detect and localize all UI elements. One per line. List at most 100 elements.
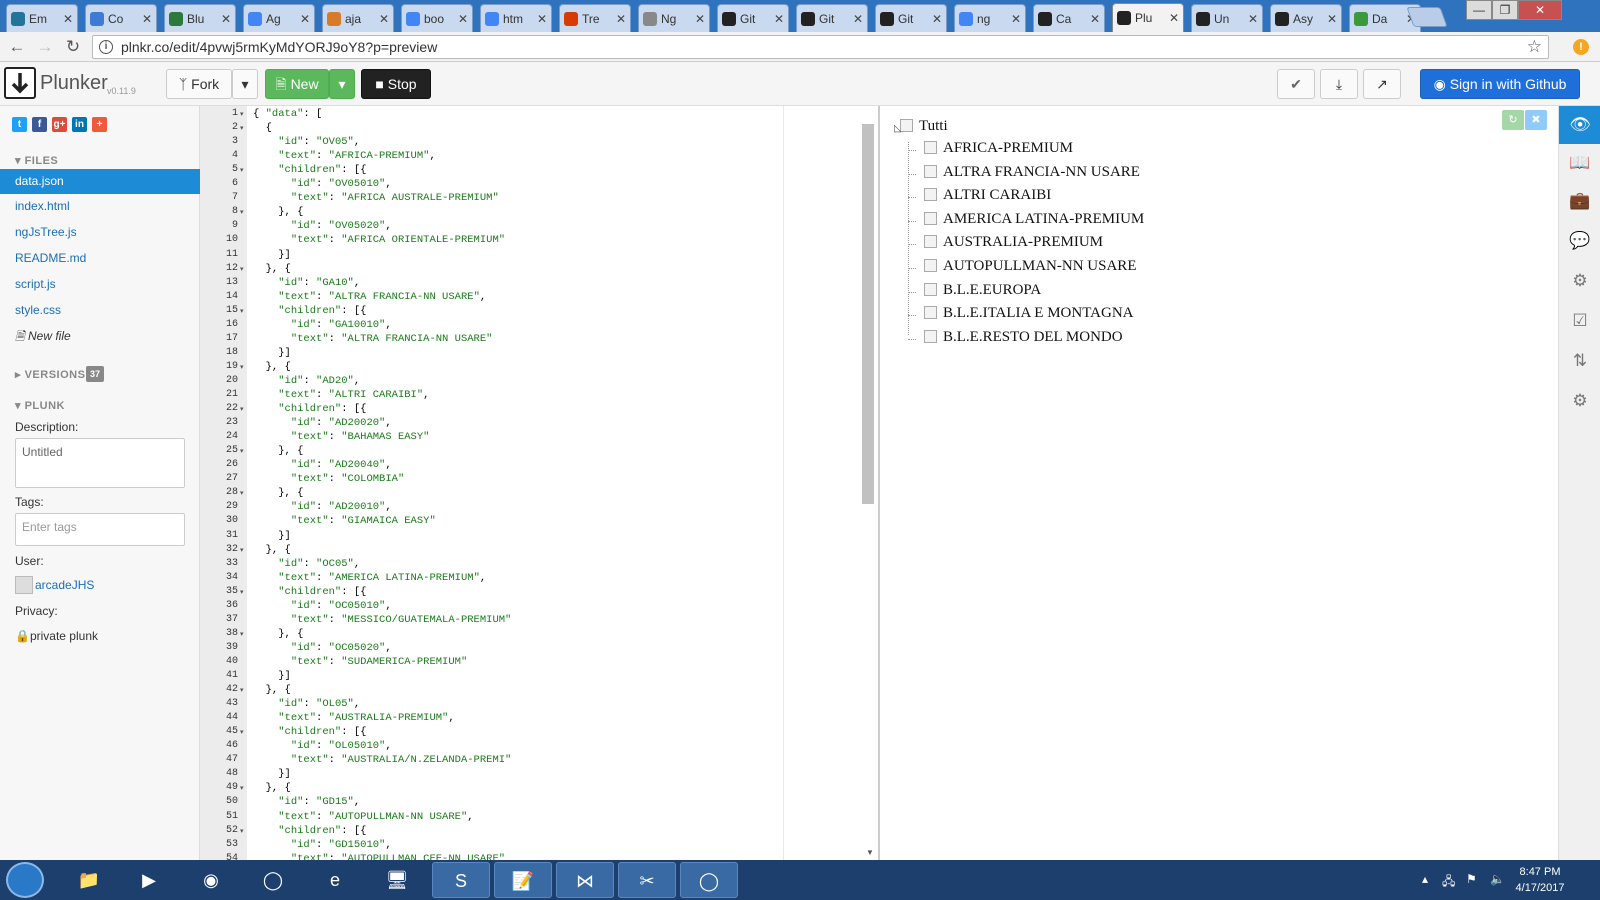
editor-scrollbar-thumb[interactable] <box>862 124 874 504</box>
forward-arrow-icon[interactable]: → <box>34 36 56 58</box>
fold-toggle-icon[interactable]: ▾ <box>240 307 244 315</box>
code-line[interactable]: "id": "AD20040", <box>253 459 392 471</box>
code-line[interactable]: "text": "AUSTRALIA/N.ZELANDA-PREMI" <box>253 754 512 766</box>
minimize-button[interactable]: — <box>1466 0 1492 20</box>
browser-tab[interactable]: Ng ✕ <box>638 4 710 32</box>
code-line[interactable]: "id": "GA10010", <box>253 319 392 331</box>
system-clock[interactable]: 8:47 PM 4/17/2017 <box>1510 864 1570 896</box>
code-line[interactable]: }, { <box>253 684 291 696</box>
code-line[interactable]: "id": "OV05", <box>253 136 360 148</box>
browser-tab[interactable]: ng ✕ <box>954 4 1026 32</box>
fold-toggle-icon[interactable]: ▾ <box>240 166 244 174</box>
transfer-icon[interactable]: ⇅ <box>1559 342 1600 380</box>
address-bar[interactable]: i plnkr.co/edit/4pvwj5rmKyMdYORJ9oY8?p=p… <box>92 35 1549 59</box>
code-line[interactable]: "text": "AFRICA AUSTRALE-PREMIUM" <box>253 192 499 204</box>
tray-expand-icon[interactable]: ▴ <box>1422 872 1428 886</box>
tree-checkbox[interactable] <box>924 235 937 249</box>
code-line[interactable]: }, { <box>253 782 291 794</box>
code-line[interactable]: }, { <box>253 628 303 640</box>
bookmark-star-icon[interactable]: ☆ <box>1527 37 1542 57</box>
scroll-down-arrow-icon[interactable]: ▼ <box>866 848 874 857</box>
code-line[interactable]: }] <box>253 530 291 542</box>
google-plus-icon[interactable]: g+ <box>52 117 67 132</box>
tags-input[interactable]: Enter tags <box>15 513 185 546</box>
tab-close-icon[interactable]: ✕ <box>695 12 705 26</box>
briefcase-icon[interactable]: 💼 <box>1559 182 1600 220</box>
new-dropdown-button[interactable]: ▾ <box>329 69 355 99</box>
code-line[interactable]: "id": "OL05", <box>253 698 360 710</box>
tab-close-icon[interactable]: ✕ <box>537 12 547 26</box>
tree-checkbox[interactable] <box>924 329 937 343</box>
tab-close-icon[interactable]: ✕ <box>300 12 310 26</box>
file-item[interactable]: script.js <box>0 272 200 297</box>
code-line[interactable]: "id": "OC05", <box>253 558 360 570</box>
firefox-icon[interactable]: ◉ <box>182 862 240 898</box>
extension-warning-icon[interactable]: ! <box>1573 39 1589 55</box>
tree-checkbox[interactable] <box>924 188 937 202</box>
tab-close-icon[interactable]: ✕ <box>63 12 73 26</box>
code-line[interactable]: "text": "AUTOPULLMAN CEE-NN USARE" <box>253 853 505 860</box>
tab-close-icon[interactable]: ✕ <box>221 12 231 26</box>
code-line[interactable]: }] <box>253 768 291 780</box>
fold-toggle-icon[interactable]: ▾ <box>240 784 244 792</box>
fold-toggle-icon[interactable]: ▾ <box>240 265 244 273</box>
file-explorer-icon[interactable]: 📁 <box>60 862 118 898</box>
code-line[interactable]: }, { <box>253 263 291 275</box>
gear-icon[interactable]: ⚙ <box>1559 382 1600 420</box>
chrome-icon[interactable]: ◯ <box>244 862 302 898</box>
file-item[interactable]: index.html <box>0 194 200 219</box>
fold-toggle-icon[interactable]: ▾ <box>240 827 244 835</box>
code-line[interactable]: "text": "ALTRA FRANCIA-NN USARE", <box>253 291 486 303</box>
volume-icon[interactable]: 🔈 <box>1490 872 1505 886</box>
code-line[interactable]: }] <box>253 347 291 359</box>
fold-toggle-icon[interactable]: ▾ <box>240 588 244 596</box>
skype-icon[interactable]: S <box>432 862 490 898</box>
window-close-button[interactable]: ✕ <box>1518 0 1562 20</box>
code-line[interactable]: "id": "OC05010", <box>253 600 392 612</box>
tree-checkbox[interactable] <box>924 164 937 178</box>
tree-checkbox[interactable] <box>924 259 937 272</box>
tab-close-icon[interactable]: ✕ <box>853 12 863 26</box>
code-line[interactable]: "id": "GA10", <box>253 277 360 289</box>
tree-node[interactable]: AMERICA LATINA-PREMIUM <box>924 211 1144 228</box>
tree-checkbox[interactable] <box>924 211 937 225</box>
tab-close-icon[interactable]: ✕ <box>458 12 468 26</box>
code-line[interactable]: }] <box>253 249 291 261</box>
code-line[interactable]: "id": "AD20010", <box>253 501 392 513</box>
code-line[interactable]: "id": "OL05010", <box>253 740 392 752</box>
code-line[interactable]: "text": "SUDAMERICA-PREMIUM" <box>253 656 467 668</box>
code-line[interactable]: "children": [{ <box>253 305 366 317</box>
file-item[interactable]: data.json <box>0 169 200 194</box>
browser-tab[interactable]: boo ✕ <box>401 4 473 32</box>
browser-tab[interactable]: Co ✕ <box>85 4 157 32</box>
code-line[interactable]: }, { <box>253 361 291 373</box>
fold-toggle-icon[interactable]: ▾ <box>240 405 244 413</box>
book-icon[interactable]: 📖 <box>1559 144 1600 182</box>
browser-tab[interactable]: Blu ✕ <box>164 4 236 32</box>
code-line[interactable]: }, { <box>253 487 303 499</box>
code-line[interactable]: "id": "OV05020", <box>253 220 392 232</box>
code-line[interactable]: "text": "AUSTRALIA-PREMIUM", <box>253 712 454 724</box>
open-external-button[interactable]: ↗ <box>1363 69 1401 99</box>
browser-tab[interactable]: Ca ✕ <box>1033 4 1105 32</box>
comments-icon[interactable]: 💬 <box>1559 222 1600 260</box>
reload-icon[interactable]: ↻ <box>62 36 84 58</box>
code-line[interactable]: "text": "GIAMAICA EASY" <box>253 515 436 527</box>
info-icon[interactable]: i <box>99 40 113 54</box>
tree-node[interactable]: B.L.E.EUROPA <box>924 282 1041 299</box>
browser-tab[interactable]: Asy ✕ <box>1270 4 1342 32</box>
code-line[interactable]: "text": "AFRICA ORIENTALE-PREMIUM" <box>253 234 505 246</box>
code-line[interactable]: "id": "OC05020", <box>253 642 392 654</box>
browser-tab[interactable]: Plu ✕ <box>1112 3 1184 32</box>
browser-tab[interactable]: Git ✕ <box>875 4 947 32</box>
tree-node[interactable]: AUTOPULLMAN-NN USARE <box>924 258 1136 275</box>
fold-toggle-icon[interactable]: ▾ <box>240 630 244 638</box>
checklist-icon[interactable]: ☑ <box>1559 302 1600 340</box>
new-tab-button[interactable] <box>1406 7 1448 27</box>
tree-node[interactable]: B.L.E.ITALIA E MONTAGNA <box>924 305 1134 322</box>
sticky-notes-icon[interactable]: 📝 <box>494 862 552 898</box>
fork-dropdown-button[interactable]: ▾ <box>232 69 258 99</box>
url-text[interactable]: plnkr.co/edit/4pvwj5rmKyMdYORJ9oY8?p=pre… <box>121 39 437 55</box>
file-item[interactable]: style.css <box>0 298 200 323</box>
action-center-icon[interactable]: ⚑ <box>1466 872 1477 886</box>
